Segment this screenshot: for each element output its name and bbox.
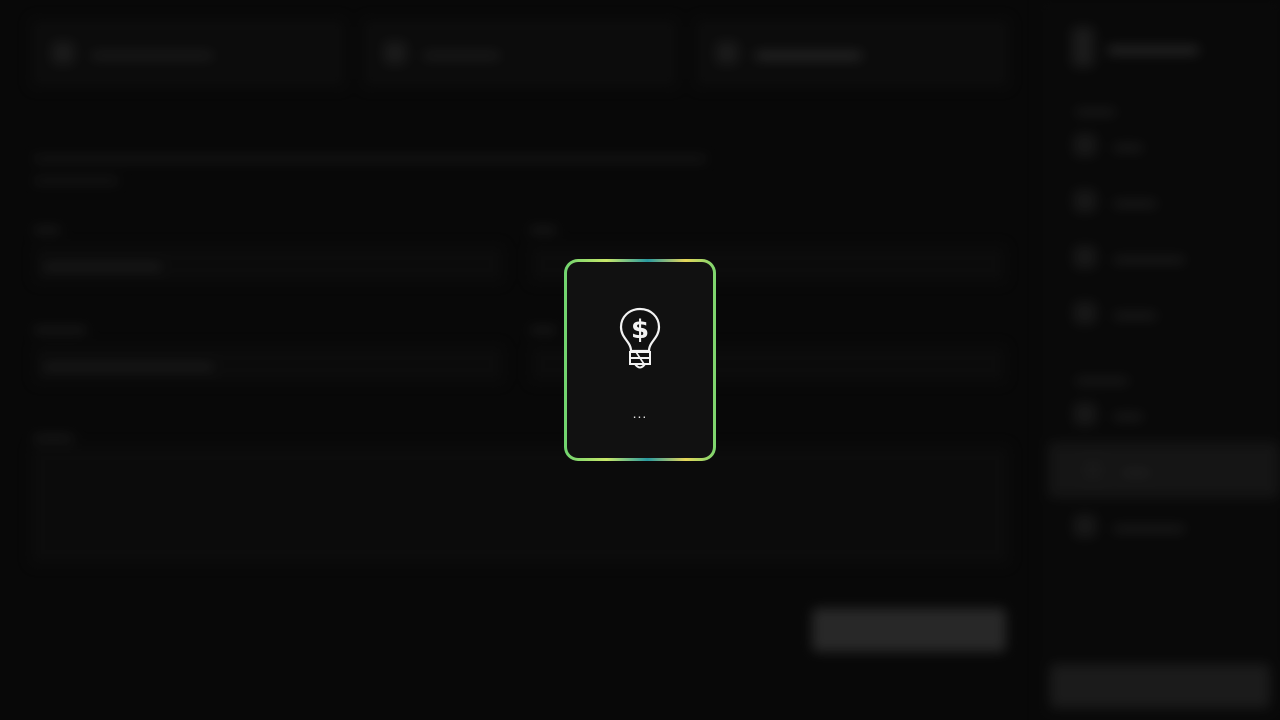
svg-text:$: $ [631,315,649,345]
loading-modal: $ ... [564,259,716,461]
loading-text: ... [632,405,648,421]
loading-modal-body: $ ... [567,262,713,458]
lightbulb-dollar-icon: $ [619,307,661,369]
